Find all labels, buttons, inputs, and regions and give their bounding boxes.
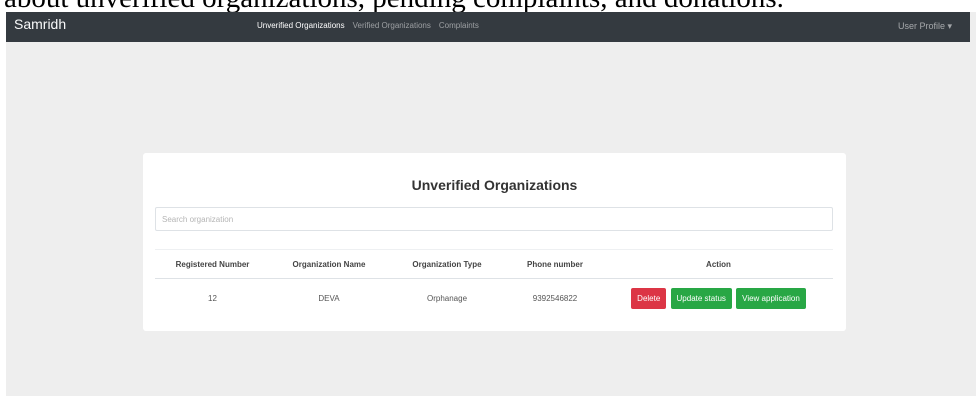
organizations-card: Unverified Organizations Registered Numb… [143, 153, 846, 331]
cell-registered-number: 12 [208, 293, 217, 303]
cell-organization-type: Orphanage [426, 293, 468, 303]
brand[interactable]: Samridh [14, 16, 66, 32]
nav-verified-organizations[interactable]: Verified Organizations [353, 21, 431, 30]
nav-unverified-organizations[interactable]: Unverified Organizations [257, 21, 345, 30]
nav-complaints[interactable]: Complaints [439, 21, 479, 30]
user-profile-dropdown[interactable]: User Profile ▾ [898, 21, 952, 32]
col-phone-number: Phone number [506, 249, 604, 279]
view-application-button[interactable]: View application [736, 287, 806, 309]
cell-organization-name: DEVA [318, 293, 340, 303]
col-registered-number: Registered Number [155, 249, 270, 279]
cell-actions: Delete Update status View application [604, 279, 833, 318]
organizations-table: Registered Number Organization Name Orga… [155, 249, 833, 317]
col-action: Action [604, 249, 833, 279]
navbar: Samridh Unverified Organizations Verifie… [6, 12, 970, 42]
card-title: Unverified Organizations [411, 177, 578, 193]
delete-button[interactable]: Delete [631, 287, 667, 309]
table-row: 12 DEVA Orphanage 9392546822 Delete Upda… [155, 279, 833, 318]
update-status-button[interactable]: Update status [670, 287, 732, 309]
nav-links: Unverified Organizations Verified Organi… [257, 21, 479, 30]
col-organization-type: Organization Type [388, 249, 506, 279]
app-screen: Samridh Unverified Organizations Verifie… [6, 12, 976, 396]
col-organization-name: Organization Name [270, 249, 388, 279]
table-header-row: Registered Number Organization Name Orga… [155, 249, 833, 279]
cell-phone-number: 9392546822 [532, 293, 578, 303]
search-input[interactable] [155, 207, 833, 231]
